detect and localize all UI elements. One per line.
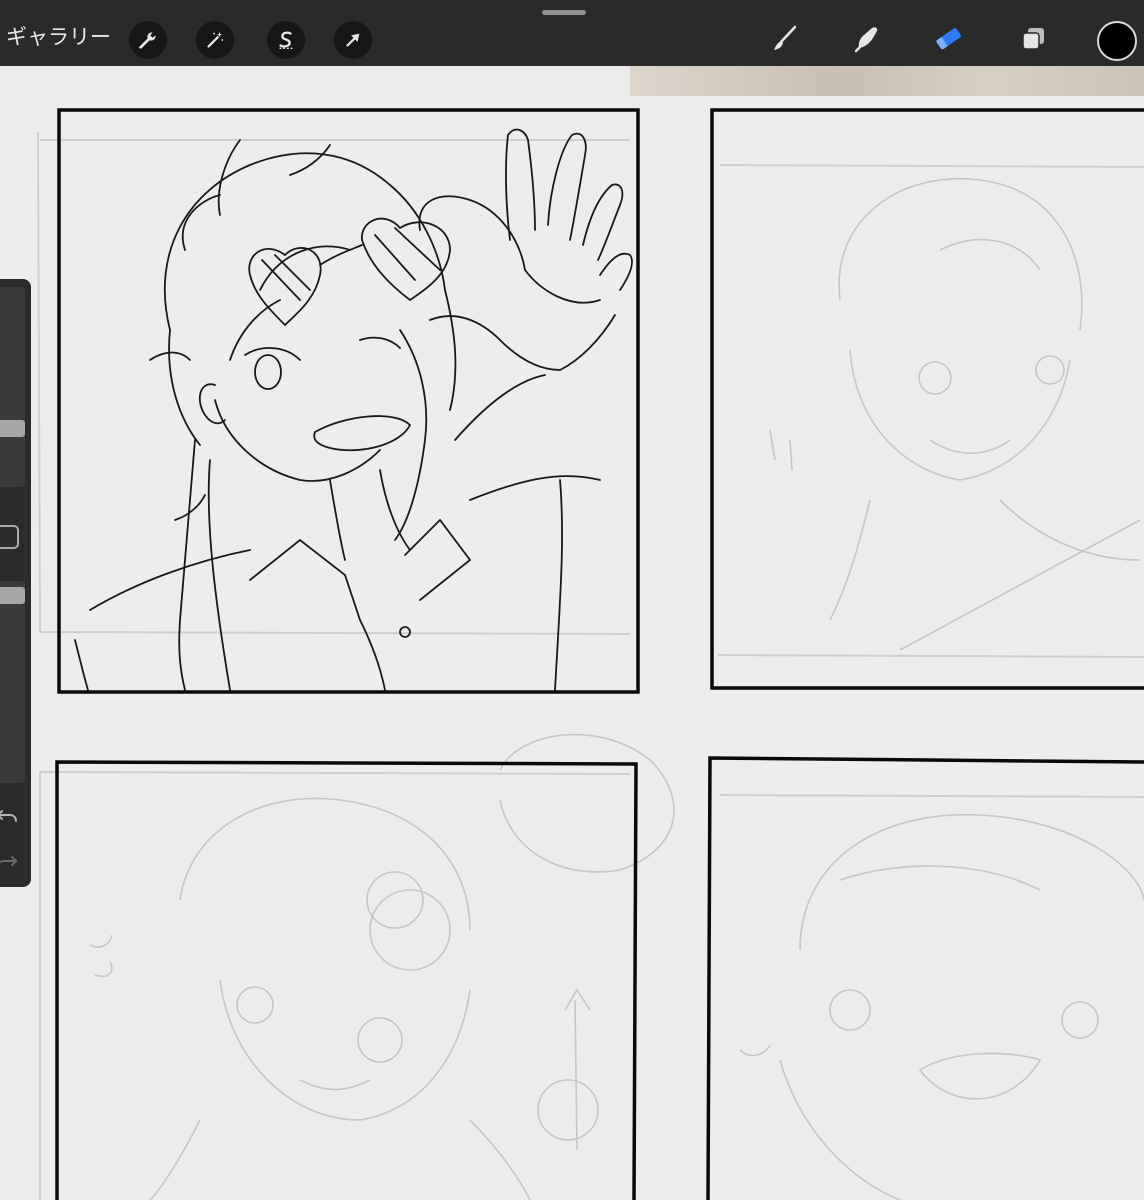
undo-icon[interactable] [0, 805, 18, 827]
brush-size-slider[interactable] [0, 287, 25, 487]
adjustments-button[interactable] [196, 21, 234, 59]
layers-tool[interactable] [1012, 18, 1054, 60]
panel-bottom-right [706, 756, 1144, 1200]
transform-button[interactable] [334, 21, 372, 59]
opacity-slider[interactable] [0, 581, 25, 783]
eraser-tool[interactable] [928, 18, 970, 60]
procreate-app: ギャラリー [0, 0, 1144, 1200]
actions-button[interactable] [129, 21, 167, 59]
brush-tool[interactable] [764, 18, 806, 60]
smudge-icon [854, 27, 878, 53]
left-sidebar [0, 279, 31, 887]
eraser-icon [936, 27, 961, 50]
toolbar-grabber[interactable] [542, 10, 586, 15]
smudge-tool[interactable] [846, 18, 888, 60]
layers-icon [1022, 28, 1044, 50]
panel-top-right [710, 108, 1144, 690]
top-toolbar: ギャラリー [0, 0, 1144, 66]
brush-size-thumb[interactable] [0, 420, 25, 437]
paper-guides [37, 131, 1144, 1200]
inked-character [74, 128, 633, 691]
magic-wand-icon [207, 31, 224, 48]
canvas-artwork [37, 108, 1144, 1200]
selection-button[interactable] [267, 21, 305, 59]
opacity-thumb[interactable] [0, 587, 25, 604]
redo-icon[interactable] [0, 851, 18, 873]
brush-icon [774, 25, 797, 50]
drawing-canvas[interactable] [0, 66, 1144, 1200]
arrow-cursor-icon [346, 33, 360, 47]
wrench-icon [139, 32, 156, 49]
color-picker-button[interactable] [1097, 21, 1137, 61]
gallery-button[interactable]: ギャラリー [6, 24, 111, 50]
modify-button[interactable] [0, 525, 19, 549]
selection-s-icon [279, 31, 293, 49]
